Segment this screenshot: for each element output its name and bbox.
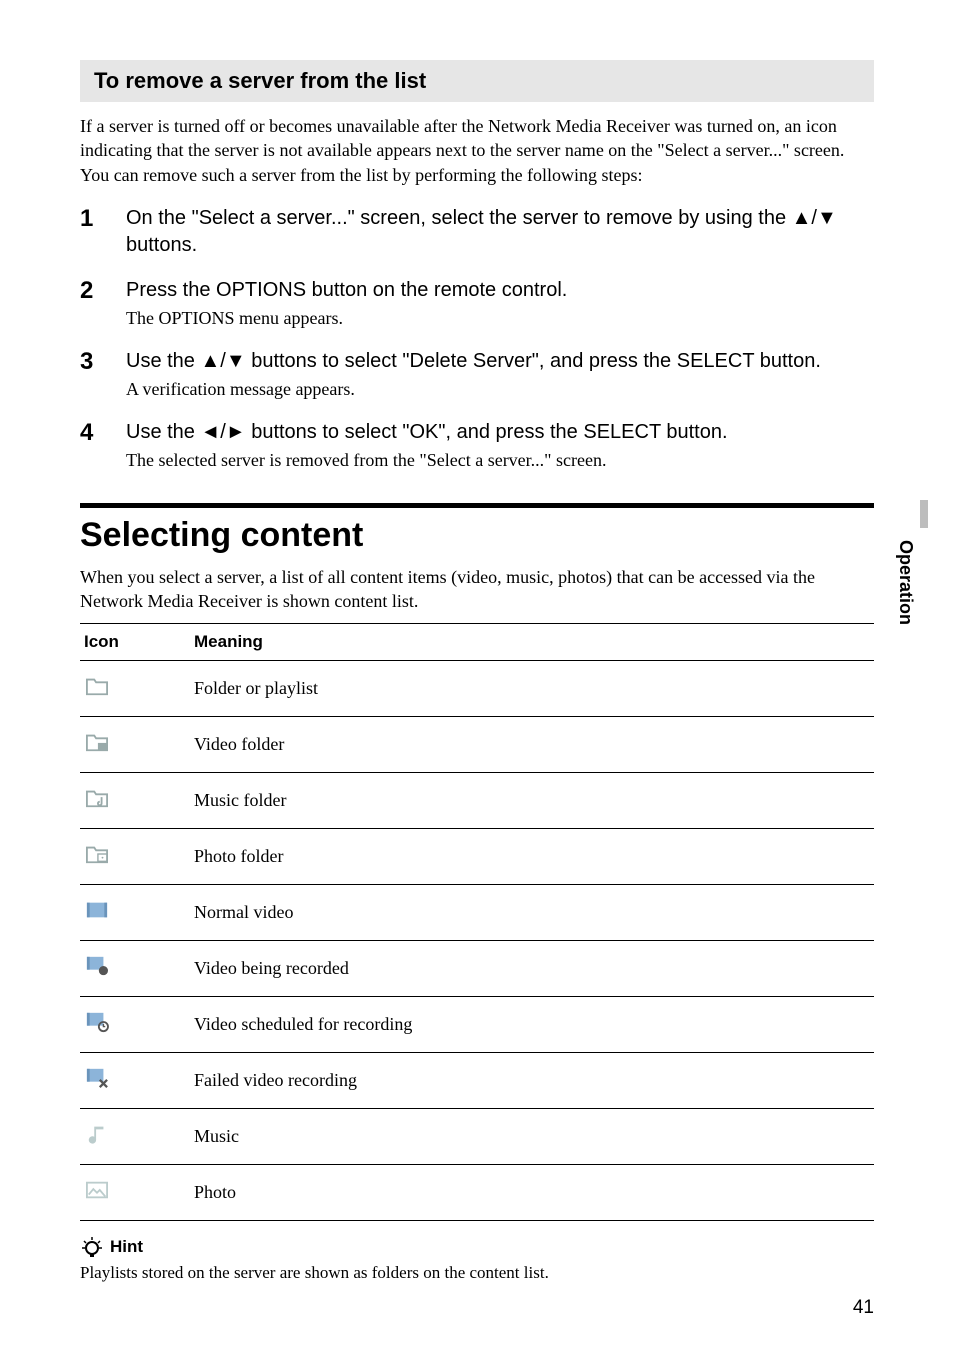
- step-1: 1 On the "Select a server..." screen, se…: [80, 205, 874, 259]
- hint-label: Hint: [110, 1237, 143, 1257]
- table-row: Folder or playlist: [80, 661, 874, 717]
- video-scheduled-icon: [84, 1011, 110, 1033]
- step-main-text: Press the OPTIONS button on the remote c…: [126, 277, 874, 304]
- page-heading: Selecting content: [80, 516, 874, 555]
- table-row: Photo: [80, 1165, 874, 1221]
- step-sub-text: The OPTIONS menu appears.: [126, 306, 874, 330]
- hint-bulb-icon: [80, 1235, 104, 1259]
- step-4: 4 Use the ◄/► buttons to select "OK", an…: [80, 419, 874, 472]
- section-heading-bar: To remove a server from the list: [80, 60, 874, 102]
- step-sub-text: A verification message appears.: [126, 377, 874, 401]
- music-folder-icon: [84, 787, 110, 809]
- up-down-arrows-icon: ▲/▼: [200, 350, 245, 372]
- meaning-cell: Normal video: [190, 885, 874, 941]
- meaning-cell: Video scheduled for recording: [190, 997, 874, 1053]
- folder-icon: [84, 675, 110, 697]
- icon-meaning-table: Icon Meaning Folder or playlist Video fo…: [80, 623, 874, 1221]
- step-main-text: On the "Select a server..." screen, sele…: [126, 205, 874, 259]
- side-tab-marker: [920, 500, 928, 528]
- meaning-cell: Photo: [190, 1165, 874, 1221]
- meaning-cell: Failed video recording: [190, 1053, 874, 1109]
- normal-video-icon: [84, 899, 110, 921]
- table-row: Normal video: [80, 885, 874, 941]
- step-main-text: Use the ◄/► buttons to select "OK", and …: [126, 419, 874, 446]
- col-header-meaning: Meaning: [190, 624, 874, 661]
- step-3: 3 Use the ▲/▼ buttons to select "Delete …: [80, 348, 874, 401]
- table-row: Music: [80, 1109, 874, 1165]
- section-divider: [80, 503, 874, 508]
- photo-folder-icon: [84, 843, 110, 865]
- step-number: 1: [80, 205, 126, 234]
- meaning-cell: Video folder: [190, 717, 874, 773]
- heading-intro: When you select a server, a list of all …: [80, 565, 874, 614]
- music-icon: [84, 1123, 110, 1145]
- steps-list: 1 On the "Select a server..." screen, se…: [80, 205, 874, 473]
- meaning-cell: Photo folder: [190, 829, 874, 885]
- table-row: Music folder: [80, 773, 874, 829]
- up-down-arrows-icon: ▲/▼: [792, 207, 837, 229]
- intro-paragraph: If a server is turned off or becomes una…: [80, 114, 874, 187]
- meaning-cell: Video being recorded: [190, 941, 874, 997]
- step-number: 2: [80, 277, 126, 306]
- hint-heading: Hint: [80, 1235, 874, 1259]
- video-recording-icon: [84, 955, 110, 977]
- table-row: Photo folder: [80, 829, 874, 885]
- table-row: Failed video recording: [80, 1053, 874, 1109]
- meaning-cell: Music: [190, 1109, 874, 1165]
- side-tab-label: Operation: [895, 540, 916, 625]
- col-header-icon: Icon: [80, 624, 190, 661]
- video-folder-icon: [84, 731, 110, 753]
- table-row: Video scheduled for recording: [80, 997, 874, 1053]
- table-row: Video being recorded: [80, 941, 874, 997]
- photo-icon: [84, 1179, 110, 1201]
- left-right-arrows-icon: ◄/►: [200, 421, 245, 443]
- video-failed-icon: [84, 1067, 110, 1089]
- step-sub-text: The selected server is removed from the …: [126, 448, 874, 472]
- table-row: Video folder: [80, 717, 874, 773]
- meaning-cell: Music folder: [190, 773, 874, 829]
- meaning-cell: Folder or playlist: [190, 661, 874, 717]
- step-2: 2 Press the OPTIONS button on the remote…: [80, 277, 874, 330]
- page-number: 41: [853, 1297, 874, 1319]
- step-number: 3: [80, 348, 126, 377]
- step-main-text: Use the ▲/▼ buttons to select "Delete Se…: [126, 348, 874, 375]
- step-number: 4: [80, 419, 126, 448]
- hint-body: Playlists stored on the server are shown…: [80, 1263, 874, 1283]
